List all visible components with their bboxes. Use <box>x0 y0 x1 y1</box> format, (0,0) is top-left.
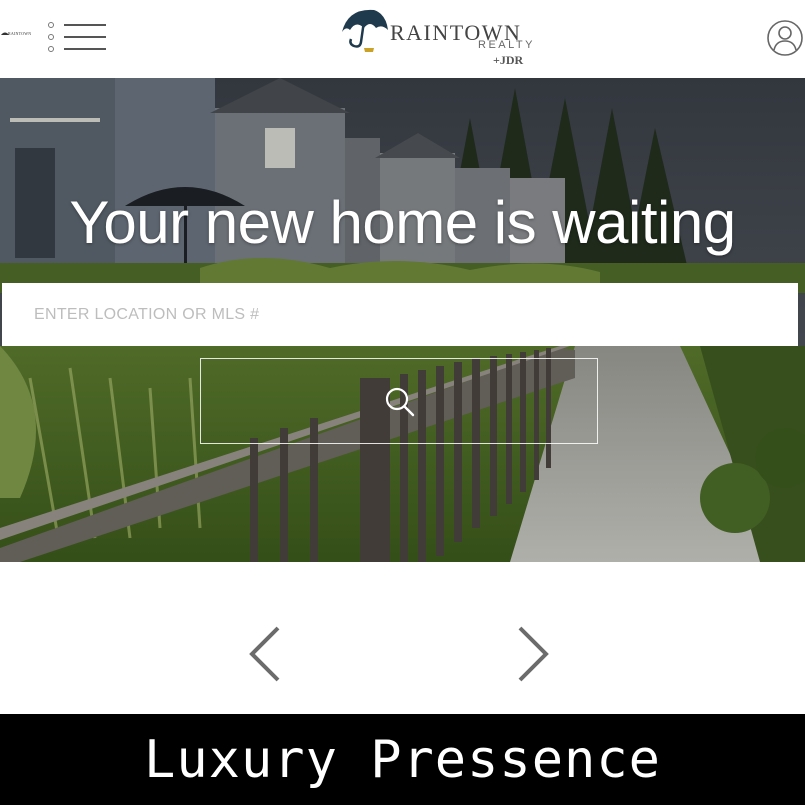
user-icon <box>767 20 803 56</box>
search-icon <box>385 387 415 417</box>
mini-logo-text: RAINTOWN <box>8 31 32 36</box>
brand-logo[interactable]: RAINTOWN REALTY +JDR <box>338 6 538 72</box>
caption-text: Luxury Pressence <box>144 730 661 790</box>
chevron-left-icon <box>249 626 280 682</box>
account-button[interactable] <box>766 18 804 58</box>
menu-dot <box>48 22 54 28</box>
carousel-controls <box>0 562 805 714</box>
menu-dot <box>48 46 54 52</box>
umbrella-icon <box>342 9 388 52</box>
menu-icon <box>64 24 106 26</box>
site-header: RAINTOWN RAINTOWN REALTY +JDR <box>0 0 805 78</box>
chevron-right-icon <box>518 626 549 682</box>
search-button[interactable] <box>200 358 598 444</box>
hero-title: Your new home is waiting <box>69 189 736 256</box>
brand-mark: +JDR <box>493 53 524 67</box>
menu-button[interactable] <box>48 20 110 56</box>
brand-subtitle: REALTY <box>478 39 535 51</box>
carousel-prev-button[interactable] <box>246 624 286 684</box>
menu-dot <box>48 34 54 40</box>
menu-line <box>64 36 106 38</box>
caption-bar: Luxury Pressence <box>0 714 805 805</box>
mini-logo: RAINTOWN <box>0 26 46 50</box>
menu-line <box>64 48 106 50</box>
search-input[interactable] <box>2 283 798 346</box>
carousel-next-button[interactable] <box>512 624 552 684</box>
hero-section: Your new home is waiting <box>0 78 805 562</box>
